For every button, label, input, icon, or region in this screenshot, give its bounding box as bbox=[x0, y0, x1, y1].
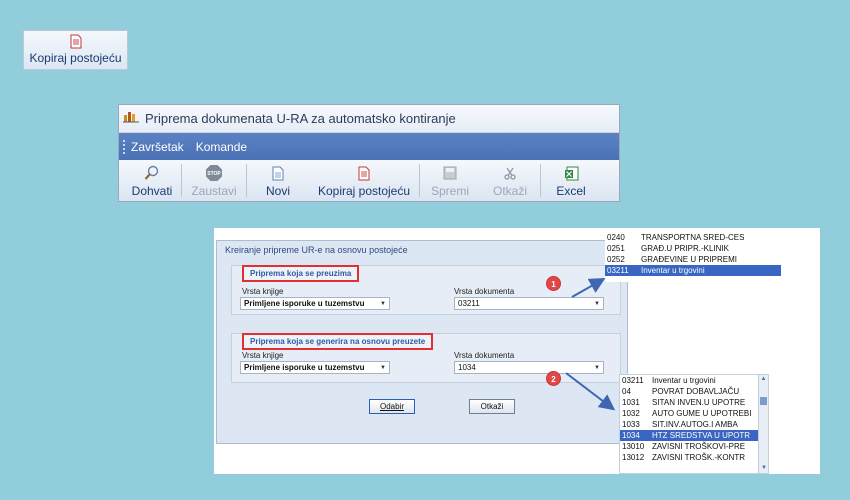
app-chart-icon bbox=[123, 109, 139, 128]
excel-icon bbox=[564, 164, 579, 182]
spremi-button[interactable]: Spremi bbox=[420, 160, 480, 201]
list-item[interactable]: 03211 Inventar u trgovini bbox=[620, 375, 768, 386]
list-item[interactable]: 0251 GRAĐ.U PRIPR.-KLINIK bbox=[605, 243, 781, 254]
window-title: Priprema dokumenata U-RA za automatsko k… bbox=[145, 111, 456, 126]
chevron-down-icon: ▼ bbox=[380, 365, 386, 371]
document-copy-icon bbox=[358, 164, 370, 182]
stop-icon-text: STOP bbox=[207, 171, 221, 177]
odabir-button[interactable]: Odabir bbox=[369, 399, 415, 414]
zaustavi-button[interactable]: STOP Zaustavi bbox=[182, 160, 246, 201]
vrsta-knjige-combo[interactable]: Primljene isporuke u tuzemstvu ▼ bbox=[240, 297, 390, 310]
list-scrollbar[interactable]: ▲ ▼ bbox=[758, 375, 768, 473]
otkazi-button[interactable]: Otkaži bbox=[480, 160, 540, 201]
kopiraj-postojecu-label: Kopiraj postojeću bbox=[29, 51, 122, 65]
list-item-selected[interactable]: 1034 HTZ SREDSTVA U UPOTR bbox=[620, 430, 758, 441]
document-copy-icon bbox=[70, 34, 82, 49]
novi-button[interactable]: Novi bbox=[247, 160, 309, 201]
excel-button[interactable]: Excel bbox=[541, 160, 601, 201]
kopiraj-postojecu-button[interactable]: Kopiraj postojeću bbox=[23, 30, 128, 70]
vrsta-knjige-label: Vrsta knjige bbox=[242, 351, 284, 360]
group-source-title: Priprema koja se preuzima bbox=[242, 265, 360, 282]
search-icon bbox=[144, 164, 160, 182]
group-source: Priprema koja se preuzima Vrsta knjige P… bbox=[231, 265, 621, 315]
menu-zavrsetak[interactable]: Završetak bbox=[131, 140, 184, 154]
scroll-down-icon[interactable]: ▼ bbox=[759, 464, 769, 473]
otkazi-dialog-button[interactable]: Otkaži bbox=[469, 399, 515, 414]
scroll-thumb[interactable] bbox=[760, 397, 767, 405]
list-item-selected[interactable]: 03211 Inventar u trgovini bbox=[605, 265, 781, 276]
list-item[interactable]: 13012 ZAVISNI TROŠK.-KONTR bbox=[620, 452, 768, 463]
save-icon bbox=[443, 164, 457, 182]
chevron-down-icon: ▼ bbox=[594, 301, 600, 307]
vrsta-knjige-combo[interactable]: Primljene isporuke u tuzemstvu ▼ bbox=[240, 361, 390, 374]
app-window: Priprema dokumenata U-RA za automatsko k… bbox=[118, 104, 620, 202]
callout-badge-1: 1 bbox=[546, 276, 561, 291]
copy-dialog: Kreiranje pripreme UR-e na osnovu postoj… bbox=[216, 240, 628, 444]
callout-badge-2: 2 bbox=[546, 371, 561, 386]
dohvati-button[interactable]: Dohvati bbox=[123, 160, 181, 201]
vrsta-dokumenta-combo[interactable]: 1034 ▼ bbox=[454, 361, 604, 374]
vrsta-dokumenta-combo[interactable]: 03211 ▼ bbox=[454, 297, 604, 310]
vrsta-knjige-label: Vrsta knjige bbox=[242, 287, 284, 296]
scissors-icon bbox=[503, 164, 517, 182]
dropdown-list-source[interactable]: 0240 TRANSPORTNA SRED-CES 0251 GRAĐ.U PRIP… bbox=[605, 232, 781, 282]
toolbar: Dohvati STOP Zaustavi Novi Kopiraj posto… bbox=[119, 160, 619, 201]
title-bar: Priprema dokumenata U-RA za automatsko k… bbox=[119, 105, 619, 133]
list-item[interactable]: 0240 TRANSPORTNA SRED-CES bbox=[605, 232, 781, 243]
dropdown-list-target[interactable]: 03211 Inventar u trgovini 04 POVRAT DOBAVL… bbox=[619, 374, 769, 474]
dialog-title: Kreiranje pripreme UR-e na osnovu postoj… bbox=[225, 245, 408, 255]
menu-grip bbox=[123, 139, 125, 154]
vrsta-dokumenta-label: Vrsta dokumenta bbox=[454, 287, 515, 296]
new-document-icon bbox=[272, 164, 284, 182]
menu-komande[interactable]: Komande bbox=[196, 140, 247, 154]
kopiraj-postojecu-toolbar-button[interactable]: Kopiraj postojeću bbox=[309, 160, 419, 201]
list-item[interactable]: 04 POVRAT DOBAVLJAČU bbox=[620, 386, 768, 397]
group-target-title: Priprema koja se generira na osnovu preu… bbox=[242, 333, 434, 350]
menu-bar: Završetak Komande bbox=[119, 133, 619, 160]
chevron-down-icon: ▼ bbox=[380, 301, 386, 307]
chevron-down-icon: ▼ bbox=[594, 365, 600, 371]
group-target: Priprema koja se generira na osnovu preu… bbox=[231, 333, 621, 383]
list-item[interactable]: 0252 GRAĐEVINE U PRIPREMI bbox=[605, 254, 781, 265]
vrsta-dokumenta-label: Vrsta dokumenta bbox=[454, 351, 515, 360]
scroll-up-icon[interactable]: ▲ bbox=[759, 375, 768, 384]
list-item[interactable]: 1032 AUTO GUME U UPOTREBI bbox=[620, 408, 768, 419]
stop-icon: STOP bbox=[205, 164, 223, 182]
list-item[interactable]: 1033 SIT.INV.AUTOG.I AMBA bbox=[620, 419, 768, 430]
list-item[interactable]: 13010 ZAVISNI TROŠKOVI-PRE bbox=[620, 441, 768, 452]
list-item[interactable]: 1031 SITAN INVEN.U UPOTRE bbox=[620, 397, 768, 408]
